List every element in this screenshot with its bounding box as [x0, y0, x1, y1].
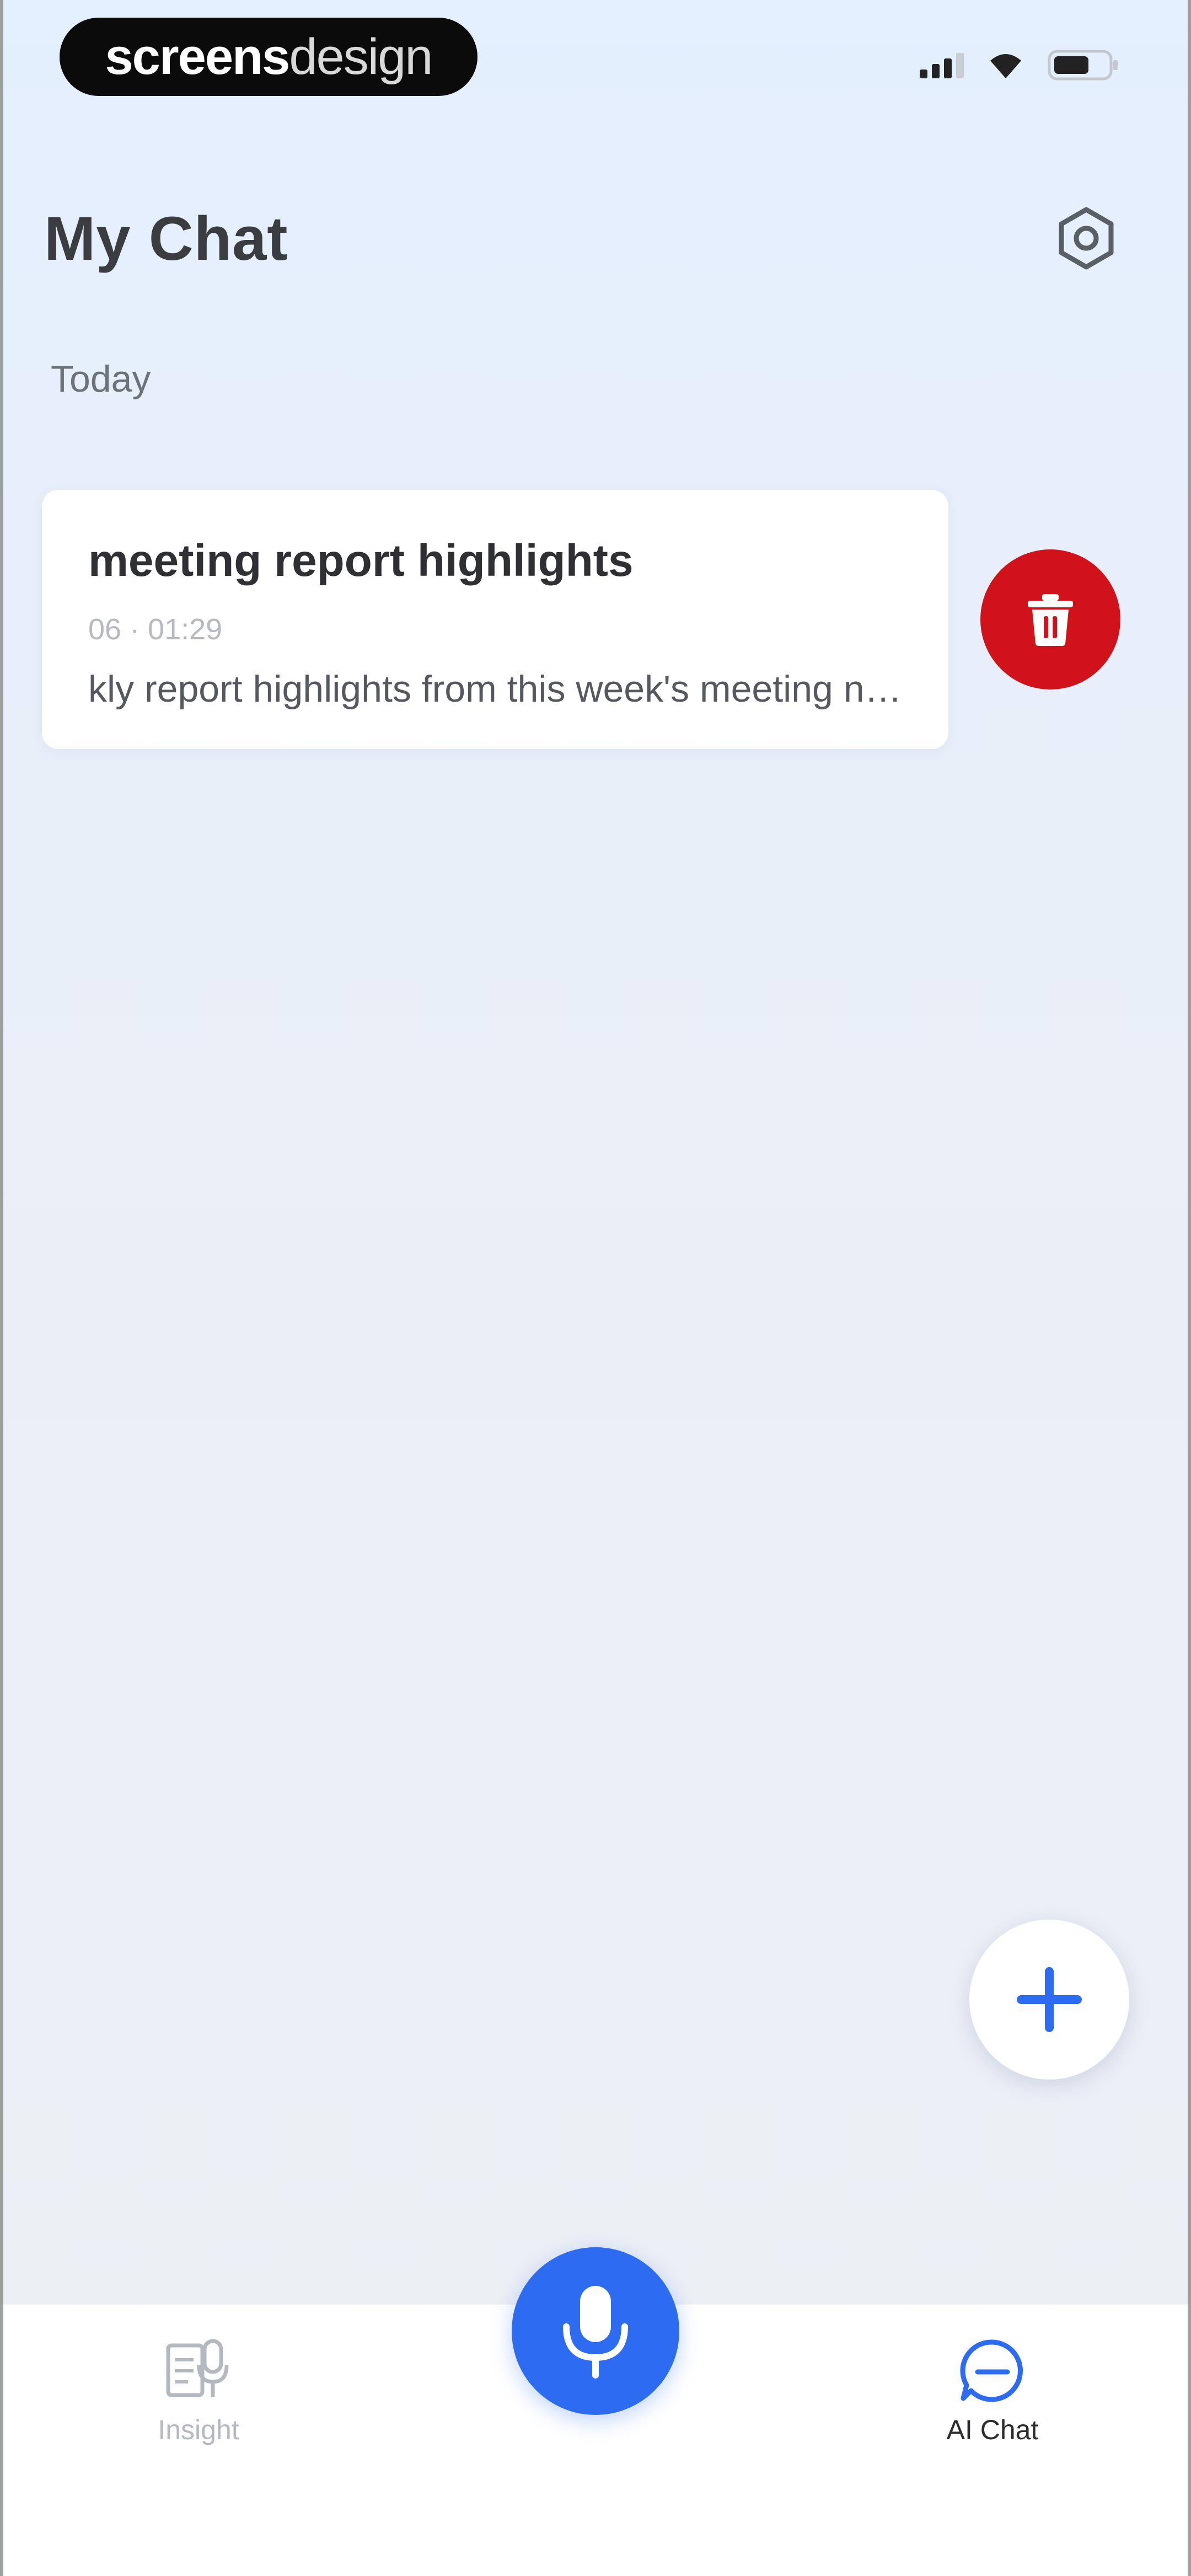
nav-label-insight: Insight [158, 2414, 239, 2445]
insight-icon [166, 2339, 229, 2397]
status-icons [920, 50, 1119, 81]
battery-icon [1048, 50, 1119, 81]
chat-item-preview-text: kly report highlights from this week's m… [88, 668, 908, 710]
nav-label-ai-chat: AI Chat [946, 2414, 1039, 2445]
device-frame [0, 0, 1191, 2576]
brand-logo-bold: screens [105, 28, 291, 85]
section-label-today: Today [51, 358, 151, 400]
chat-item-title: meeting report highlights [42, 535, 634, 587]
chat-item-preview: kly report highlights from this week's m… [42, 667, 908, 710]
chat-icon [960, 2339, 1023, 2402]
chat-item-title-text: meeting report highlights [88, 536, 634, 586]
delete-button[interactable] [980, 549, 1120, 690]
chat-list-item-content: meeting report highlights 06 · 01:29 kly… [42, 490, 935, 749]
brand-logo: screens design [60, 18, 478, 96]
nav-item-insight[interactable]: Insight [88, 2338, 309, 2446]
page-title: My Chat [44, 204, 288, 273]
plus-icon [1017, 1967, 1082, 2032]
new-chat-button[interactable] [969, 1920, 1129, 2080]
nav-item-ai-chat[interactable]: AI Chat [882, 2338, 1103, 2446]
trash-icon [1028, 594, 1073, 646]
brand-logo-light: design [289, 28, 433, 85]
gear-icon [1059, 207, 1114, 270]
chat-item-date: 06 · 01:29 [42, 612, 222, 646]
chat-list-item[interactable]: meeting report highlights 06 · 01:29 kly… [42, 490, 948, 749]
wifi-icon [988, 51, 1023, 79]
settings-button[interactable] [1048, 200, 1125, 277]
record-button[interactable] [512, 2247, 679, 2415]
microphone-icon [563, 2286, 628, 2379]
chat-item-date-text: 06 · 01:29 [88, 613, 223, 646]
signal-icon [920, 52, 964, 78]
status-bar: screens design [0, 0, 1191, 121]
